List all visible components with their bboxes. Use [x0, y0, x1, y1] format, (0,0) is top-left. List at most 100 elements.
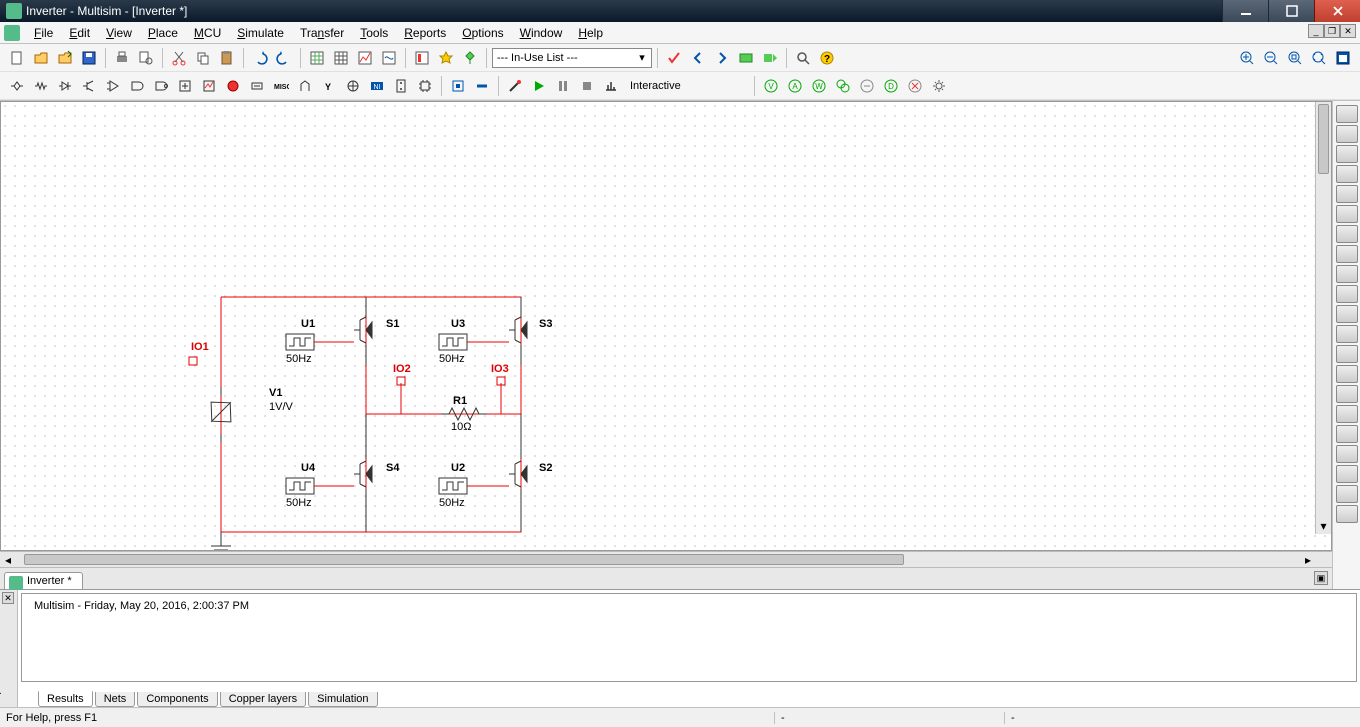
tektronix-scope-button[interactable] [1336, 445, 1358, 463]
cut-button[interactable] [168, 47, 190, 69]
run-button[interactable] [528, 75, 550, 97]
database-manager-button[interactable] [411, 47, 433, 69]
redo-button[interactable] [273, 47, 295, 69]
minimize-button[interactable] [1222, 0, 1268, 22]
place-misc-button[interactable]: MISC [270, 75, 292, 97]
place-source-button[interactable] [6, 75, 28, 97]
copy-button[interactable] [192, 47, 214, 69]
paste-button[interactable] [216, 47, 238, 69]
scroll-right-icon[interactable]: ▸ [1300, 552, 1316, 567]
menu-place[interactable]: Place [140, 24, 186, 42]
print-preview-button[interactable] [135, 47, 157, 69]
place-mixed-button[interactable] [198, 75, 220, 97]
hscroll-thumb[interactable] [24, 554, 904, 565]
agilent-fg-button[interactable] [1336, 385, 1358, 403]
zoom-fit-button[interactable] [1308, 47, 1330, 69]
scroll-down-icon[interactable]: ▾ [1316, 518, 1331, 534]
word-generator-button[interactable] [1336, 245, 1358, 263]
probe-settings-button[interactable] [928, 75, 950, 97]
logic-converter-button[interactable] [1336, 285, 1358, 303]
place-hierarchical-button[interactable] [447, 75, 469, 97]
menu-tools[interactable]: Tools [352, 24, 396, 42]
place-rf-button[interactable]: Y [318, 75, 340, 97]
schematic-canvas[interactable]: IO1 IO2 IO3 V1 1V/V U1 50H [0, 101, 1332, 551]
ni-elvis-button[interactable] [1336, 485, 1358, 503]
new-button[interactable] [6, 47, 28, 69]
toggle-grid-button[interactable] [330, 47, 352, 69]
probe-voltage-button[interactable]: V [760, 75, 782, 97]
spreadsheet-close-button[interactable]: ✕ [2, 592, 14, 604]
place-ttl-button[interactable] [126, 75, 148, 97]
place-connector-button[interactable] [390, 75, 412, 97]
vscroll-thumb[interactable] [1318, 104, 1329, 174]
menu-file[interactable]: File [26, 24, 61, 42]
wattmeter-button[interactable] [1336, 145, 1358, 163]
place-transistor-button[interactable] [78, 75, 100, 97]
scroll-left-icon[interactable]: ◂ [0, 552, 16, 567]
agilent-scope-button[interactable] [1336, 425, 1358, 443]
menu-help[interactable]: Help [570, 24, 611, 42]
network-analyzer-button[interactable] [1336, 365, 1358, 383]
mdi-minimize-button[interactable]: _ [1308, 24, 1324, 38]
transfer-ultiboard-button[interactable] [735, 47, 757, 69]
check-button[interactable] [663, 47, 685, 69]
place-bus-button[interactable] [471, 75, 493, 97]
postprocessor-button[interactable] [378, 47, 400, 69]
menu-mcu[interactable]: MCU [186, 24, 229, 42]
open-button[interactable] [30, 47, 52, 69]
pause-button[interactable] [552, 75, 574, 97]
find-button[interactable] [792, 47, 814, 69]
probe-digital-button[interactable]: D [880, 75, 902, 97]
menu-transfer[interactable]: Transfer [292, 24, 352, 42]
tab-results[interactable]: Results [38, 691, 93, 707]
tab-toggle-button[interactable]: ▣ [1314, 571, 1328, 585]
horizontal-scrollbar[interactable]: ◂ ▸ [0, 551, 1332, 567]
tab-nets[interactable]: Nets [95, 692, 136, 707]
maximize-button[interactable] [1268, 0, 1314, 22]
place-mcu-button[interactable] [414, 75, 436, 97]
tab-copper-layers[interactable]: Copper layers [220, 692, 306, 707]
oscilloscope-button[interactable] [1336, 165, 1358, 183]
component-wizard-button[interactable] [435, 47, 457, 69]
document-tab[interactable]: Inverter * [4, 572, 83, 589]
place-ni-button[interactable]: NI [366, 75, 388, 97]
frequency-counter-button[interactable] [1336, 225, 1358, 243]
transfer-forward-button[interactable] [759, 47, 781, 69]
function-generator-button[interactable] [1336, 125, 1358, 143]
tab-simulation[interactable]: Simulation [308, 692, 377, 707]
electrical-rules-button[interactable] [459, 47, 481, 69]
agilent-mm-button[interactable] [1336, 405, 1358, 423]
place-cmos-button[interactable] [150, 75, 172, 97]
print-button[interactable] [111, 47, 133, 69]
place-indicator-button[interactable] [222, 75, 244, 97]
distortion-analyzer-button[interactable] [1336, 325, 1358, 343]
iv-analyzer-button[interactable] [1336, 305, 1358, 323]
place-misc-digital-button[interactable] [174, 75, 196, 97]
place-power-button[interactable] [246, 75, 268, 97]
logic-analyzer-button[interactable] [1336, 265, 1358, 283]
spectrum-analyzer-button[interactable] [1336, 345, 1358, 363]
mdi-close-button[interactable]: ✕ [1340, 24, 1356, 38]
help-button[interactable]: ? [816, 47, 838, 69]
menu-window[interactable]: Window [512, 24, 571, 42]
tab-components[interactable]: Components [137, 692, 217, 707]
menu-options[interactable]: Options [454, 24, 511, 42]
menu-edit[interactable]: Edit [61, 24, 98, 42]
four-channel-scope-button[interactable] [1336, 185, 1358, 203]
zoom-in-button[interactable] [1236, 47, 1258, 69]
place-analog-button[interactable] [102, 75, 124, 97]
in-use-list-combo[interactable]: --- In-Use List --- ▾ [492, 48, 652, 68]
zoom-area-button[interactable] [1284, 47, 1306, 69]
analysis-button[interactable] [600, 75, 622, 97]
save-button[interactable] [78, 47, 100, 69]
bode-plotter-button[interactable] [1336, 205, 1358, 223]
forward-arrow-button[interactable] [711, 47, 733, 69]
probe-power-button[interactable]: W [808, 75, 830, 97]
place-diode-button[interactable] [54, 75, 76, 97]
probe-diff-button[interactable] [832, 75, 854, 97]
menu-view[interactable]: View [98, 24, 140, 42]
multimeter-button[interactable] [1336, 105, 1358, 123]
probe-current-button[interactable]: A [784, 75, 806, 97]
labview-instrument-button[interactable] [1336, 465, 1358, 483]
menu-simulate[interactable]: Simulate [229, 24, 292, 42]
